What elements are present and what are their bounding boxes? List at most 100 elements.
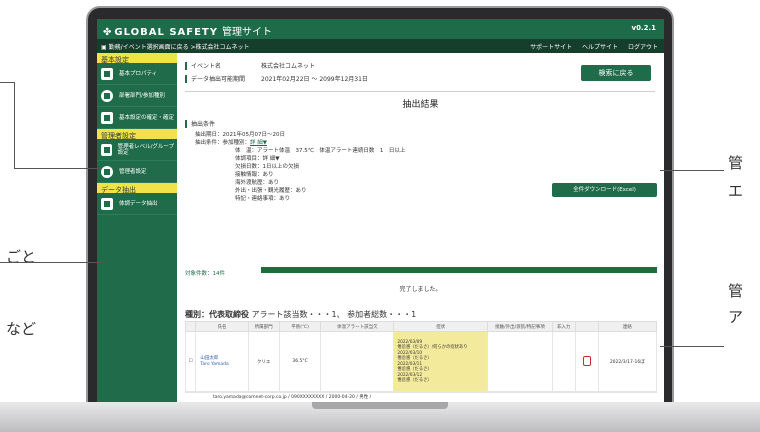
condition-line: 体 温：アラート体温 37.5℃ 体温アラート連続日数 1 日以上 xyxy=(235,148,406,154)
table-header xyxy=(184,321,197,332)
event-row: イベント名 株式会社コムネット xyxy=(185,61,545,70)
event-meta: イベント名 株式会社コムネット データ抽出可能期間 2021年02月22日 ～ … xyxy=(185,61,545,87)
sidebar-item-admin-level[interactable]: 管理者レベル/グループ設定 xyxy=(97,139,177,161)
participant-temp: 36.5°C xyxy=(278,331,322,392)
period-row: データ抽出可能期間 2021年02月22日 ～ 2099年12月31日 xyxy=(185,74,545,83)
callout-line xyxy=(660,346,724,347)
sidebar-item-data-extract[interactable]: 体調データ抽出 xyxy=(97,193,177,215)
sidebar-section-extract: データ抽出 xyxy=(97,183,177,194)
property-icon xyxy=(101,67,113,80)
table-header: 平熱(℃) xyxy=(278,321,322,332)
callout-line xyxy=(14,168,102,169)
stamp-cell xyxy=(574,331,599,392)
page-title: 抽出結果 xyxy=(402,100,439,110)
participant-name[interactable]: 山田太郎 Taro Yamada xyxy=(195,331,249,392)
promo-stage: ごと など 管 エ 管 ア ✤ GLOBAL SAFETY 管理サイト v0.2.1… xyxy=(0,0,760,432)
site-logo[interactable]: ✤ GLOBAL SAFETY 管理サイト xyxy=(103,23,272,38)
condition-line: 海外渡航歴：あり xyxy=(235,180,280,186)
condition-line: 外出・出張・観光履歴：あり xyxy=(235,188,307,194)
condition-type-label: 抽出条件：参加種別： xyxy=(195,140,251,146)
support-link[interactable]: サポートサイト xyxy=(530,44,572,51)
missing-cell xyxy=(551,331,576,392)
contact-cell: 2022/3/17-16ぼ xyxy=(597,331,658,392)
logo-mark-icon: ✤ xyxy=(103,27,113,38)
version-label: v0.2.1 xyxy=(631,24,657,32)
filter-icon xyxy=(101,197,113,210)
right-fragment-4: ア xyxy=(728,308,744,326)
table-header: 症状 xyxy=(393,321,489,332)
grid-icon xyxy=(101,143,112,156)
table-header-row: 氏名 所属部門 平熱(℃) 体温アラート該当欠 症状 接触/外出/渡航/特記事項… xyxy=(184,321,658,332)
download-all-excel-button[interactable]: 全件ダウンロード(Excel) xyxy=(552,183,657,197)
type-summary: 種別：代表取締役 アラート該当数・・・1、 参加者総数・・・1 xyxy=(185,309,416,320)
table-header xyxy=(574,321,599,332)
row-marker xyxy=(185,119,187,128)
condition-line: 接触情報：あり xyxy=(235,172,274,178)
event-value: 株式会社コムネット xyxy=(261,63,316,70)
table-row[interactable]: ☐ 山田太郎 Taro Yamada クリエ 36.5°C 2022/03/09… xyxy=(184,331,658,392)
row-marker xyxy=(185,61,187,70)
period-value: 2021年02月22日 ～ 2099年12月31日 xyxy=(261,76,368,83)
group-icon xyxy=(101,89,113,102)
user-gear-icon xyxy=(101,165,113,178)
condition-type: 抽出条件：参加種別：詳 細▼ xyxy=(195,139,465,147)
right-fragment-1: 管 xyxy=(728,154,744,172)
condition-type-detail-link[interactable]: 詳 細▼ xyxy=(250,140,267,146)
alert-cell xyxy=(320,331,395,392)
type-summary-key: 種別：代表取締役 xyxy=(185,310,249,319)
callout-line xyxy=(0,262,104,263)
complete-message: 完了しました。 xyxy=(399,286,442,293)
laptop-notch xyxy=(312,402,448,409)
notes-cell xyxy=(487,331,553,392)
symptom-line: 倦怠感（だるさ） xyxy=(397,378,432,383)
sidebar-item-department[interactable]: 部署部門/参加種別 xyxy=(97,85,177,107)
table-header: 非入力 xyxy=(551,321,576,332)
sidebar-section-basic: 基本設定 xyxy=(97,53,177,64)
conditions-heading: 抽出条件 xyxy=(185,119,215,128)
checklist-icon xyxy=(101,111,113,124)
callout-line xyxy=(14,82,15,168)
sidebar-item-label: 管理者レベル/グループ設定 xyxy=(117,143,175,156)
sidebar-item-label: 体調データ抽出 xyxy=(119,200,158,207)
row-checkbox[interactable]: ☐ xyxy=(184,331,197,392)
sidebar-item-basic-property[interactable]: 基本プロパティ xyxy=(97,63,177,85)
table-header: 氏名 xyxy=(195,321,249,332)
target-count: 対象件数：14件 xyxy=(185,271,225,277)
participant-dept: クリエ xyxy=(247,331,280,392)
breadcrumb[interactable]: ▣ 勤務/イベント選択画面に戻る >株式会社コムネット xyxy=(101,42,250,51)
right-fragment-3: 管 xyxy=(728,282,744,300)
period-label: データ抽出可能期間 xyxy=(191,76,246,83)
back-to-search-button[interactable]: 検索に戻る xyxy=(581,65,651,81)
sidebar-item-confirm[interactable]: 基本設定の確定・確定 xyxy=(97,107,177,129)
left-fragment-1: ごと xyxy=(6,248,37,266)
condition-date: 抽出期日：2021年05月07日～20日 xyxy=(195,132,285,138)
callout-line xyxy=(0,82,14,83)
progress-fill xyxy=(261,267,657,273)
condition-line: 欠損日数：1日以上の欠損 xyxy=(235,164,300,170)
progress-bar xyxy=(261,267,657,273)
table-header: 接触/外出/渡航/特記事項 xyxy=(487,321,553,332)
sidebar-item-admin-settings[interactable]: 管理者設定 xyxy=(97,161,177,183)
help-link[interactable]: ヘルプサイト xyxy=(582,44,618,51)
laptop-screen: ✤ GLOBAL SAFETY 管理サイト v0.2.1 ▣ 勤務/イベント選択画面… xyxy=(97,19,664,402)
sidebar: 基本設定 基本プロパティ 部署部門/参加種別 基本設定の確定・確定 管理者設定 … xyxy=(97,53,177,402)
participant-name-en: Taro Yamada xyxy=(200,361,229,367)
result-table: 氏名 所属部門 平熱(℃) 体温アラート該当欠 症状 接触/外出/渡航/特記事項… xyxy=(184,321,658,392)
main-content: イベント名 株式会社コムネット データ抽出可能期間 2021年02月22日 ～ … xyxy=(177,53,664,402)
stamp-icon[interactable] xyxy=(582,355,591,366)
sidebar-item-label: 基本プロパティ xyxy=(119,70,158,77)
callout-line xyxy=(660,170,724,171)
table-header: 所属部門 xyxy=(247,321,280,332)
toolbar-links: サポートサイト ヘルプサイト ログアウト xyxy=(522,42,658,51)
sidebar-section-admin: 管理者設定 xyxy=(97,129,177,140)
site-name: 管理サイト xyxy=(222,27,272,38)
divider xyxy=(185,91,655,92)
condition-line[interactable]: 体調項目：詳 細▼ xyxy=(195,155,465,163)
table-header: 連絡 xyxy=(597,321,658,332)
participant-contact-row: taro.yamada@comnet-corp.co.jp / 090XXXXX… xyxy=(185,392,657,402)
table-header: 体温アラート該当欠 xyxy=(320,321,395,332)
sidebar-item-label: 管理者設定 xyxy=(119,168,147,175)
conditions-heading-text: 抽出条件 xyxy=(191,121,216,128)
logout-link[interactable]: ログアウト xyxy=(628,44,658,51)
app-header: ✤ GLOBAL SAFETY 管理サイト v0.2.1 xyxy=(97,19,664,39)
